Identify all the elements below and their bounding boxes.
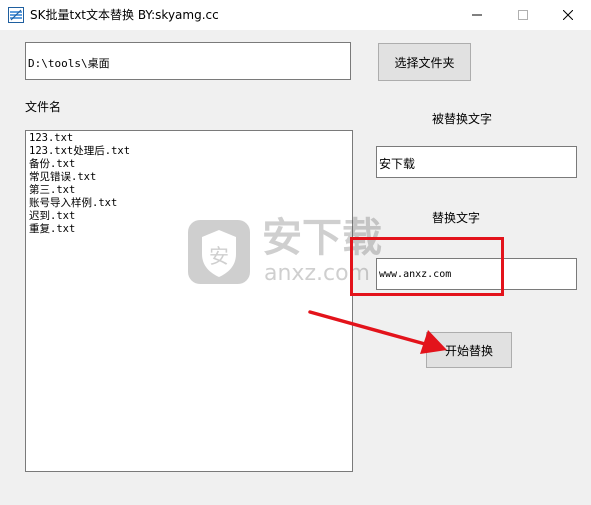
window-title: SK批量txt文本替换 BY:skyamg.cc [30, 8, 219, 22]
folder-path-value: D:\tools\桌面 [28, 57, 110, 70]
minimize-button[interactable] [454, 0, 500, 30]
file-list-item[interactable]: 备份.txt [29, 158, 349, 171]
maximize-button[interactable] [500, 0, 546, 30]
replace-text-label: 替换文字 [432, 211, 481, 225]
file-list-item[interactable]: 账号导入样例.txt [29, 197, 349, 210]
select-folder-button[interactable]: 选择文件夹 [378, 43, 471, 81]
find-text-input[interactable]: 安下载 [376, 146, 577, 178]
folder-path-field[interactable]: D:\tools\桌面 [25, 42, 351, 80]
file-list-item[interactable]: 迟到.txt [29, 210, 349, 223]
find-text-label: 被替换文字 [432, 112, 493, 126]
find-text-value: 安下载 [379, 157, 416, 171]
start-replace-button[interactable]: 开始替换 [426, 332, 512, 368]
file-list-item[interactable]: 重复.txt [29, 223, 349, 236]
file-list-item[interactable]: 第三.txt [29, 184, 349, 197]
file-list-item[interactable]: 123.txt处理后.txt [29, 145, 349, 158]
file-list-item[interactable]: 常见错误.txt [29, 171, 349, 184]
close-button[interactable] [545, 0, 591, 30]
maximize-icon [518, 10, 528, 20]
app-icon [8, 7, 24, 23]
file-list-item[interactable]: 123.txt [29, 132, 349, 145]
file-list[interactable]: 123.txt 123.txt处理后.txt 备份.txt 常见错误.txt 第三.tx… [25, 130, 353, 472]
minimize-icon [472, 14, 482, 16]
filename-label: 文件名 [25, 100, 62, 114]
close-icon [563, 10, 573, 20]
highlight-box [350, 237, 504, 296]
title-bar: SK批量txt文本替换 BY:skyamg.cc [0, 0, 591, 30]
